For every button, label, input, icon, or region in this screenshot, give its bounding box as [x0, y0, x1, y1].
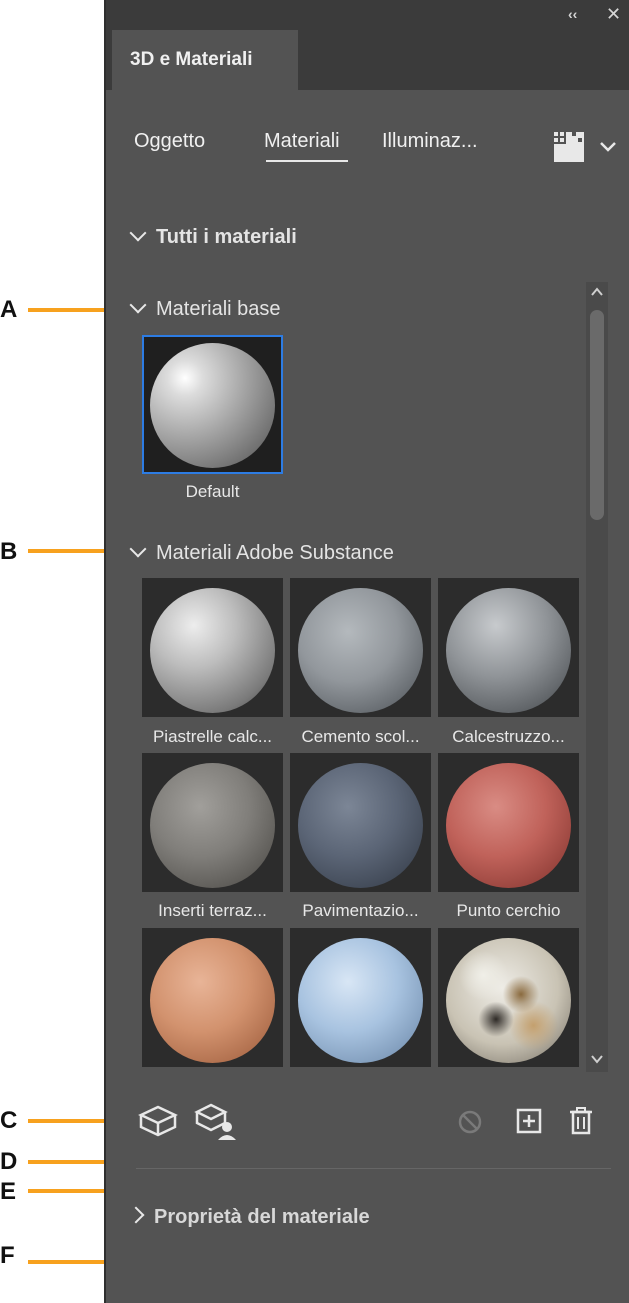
disable-icon[interactable]: [456, 1108, 484, 1136]
scroll-up-icon[interactable]: [590, 286, 604, 298]
material-tile[interactable]: [290, 578, 431, 717]
section-all-materials[interactable]: Tutti i materiali: [129, 224, 297, 249]
materials-panel: ‹‹ ✕ 3D e Materiali Oggetto Materiali Il…: [104, 0, 629, 1303]
material-label: Cemento scol...: [301, 727, 420, 746]
panel-topbar: [106, 0, 629, 30]
render-icon[interactable]: [552, 130, 586, 164]
tab-title: 3D e Materiali: [130, 49, 253, 70]
section-material-properties[interactable]: Proprietà del materiale: [127, 1206, 370, 1229]
chevron-down-icon: [129, 540, 147, 558]
material-label: Pavimentazio...: [302, 901, 419, 920]
callout-e: E: [0, 1178, 17, 1205]
material-tile[interactable]: [142, 753, 283, 892]
material-tile[interactable]: [290, 928, 431, 1067]
material-label: Calcestruzzo...: [452, 727, 565, 746]
callout-c: C: [0, 1107, 18, 1134]
material-tile[interactable]: [142, 928, 283, 1067]
callout-b: B: [0, 538, 18, 565]
scroll-down-icon[interactable]: [590, 1053, 604, 1065]
material-label: Default: [185, 482, 240, 501]
material-tile[interactable]: [438, 753, 579, 892]
material-label: Punto cerchio: [456, 901, 561, 920]
active-subtab-indicator: [266, 160, 348, 162]
subtab-lighting[interactable]: Illuminaz...: [382, 130, 478, 153]
material-sphere: [150, 343, 275, 468]
callout-d: D: [0, 1148, 18, 1175]
chevron-down-icon: [129, 296, 147, 314]
trash-icon[interactable]: [568, 1106, 594, 1136]
apply-material-to-graphics-icon[interactable]: [194, 1102, 238, 1142]
footer-divider: [136, 1168, 611, 1169]
chevron-right-icon: [127, 1206, 145, 1224]
apply-material-icon[interactable]: [138, 1104, 178, 1138]
section-substance-materials[interactable]: Materiali Adobe Substance: [129, 540, 394, 565]
material-label: Inserti terraz...: [158, 901, 267, 920]
section-base-materials[interactable]: Materiali base: [129, 296, 281, 321]
callout-a: A: [0, 296, 18, 323]
subtab-object[interactable]: Oggetto: [134, 130, 205, 153]
scrollbar-thumb[interactable]: [590, 310, 604, 520]
chevron-down-icon[interactable]: [598, 140, 618, 154]
material-label: Piastrelle calc...: [152, 727, 273, 746]
material-tile-default[interactable]: [142, 335, 283, 474]
material-tile[interactable]: [290, 753, 431, 892]
tab-3d-materials[interactable]: 3D e Materiali: [112, 30, 298, 90]
material-tile[interactable]: [438, 928, 579, 1067]
collapse-icon[interactable]: ‹‹: [568, 3, 577, 25]
chevron-down-icon: [129, 224, 147, 242]
callout-f: F: [0, 1242, 15, 1269]
add-material-icon[interactable]: [516, 1108, 542, 1134]
subtab-materials[interactable]: Materiali: [264, 130, 340, 153]
material-tile[interactable]: [438, 578, 579, 717]
close-icon[interactable]: ✕: [606, 3, 621, 25]
material-tile[interactable]: [142, 578, 283, 717]
